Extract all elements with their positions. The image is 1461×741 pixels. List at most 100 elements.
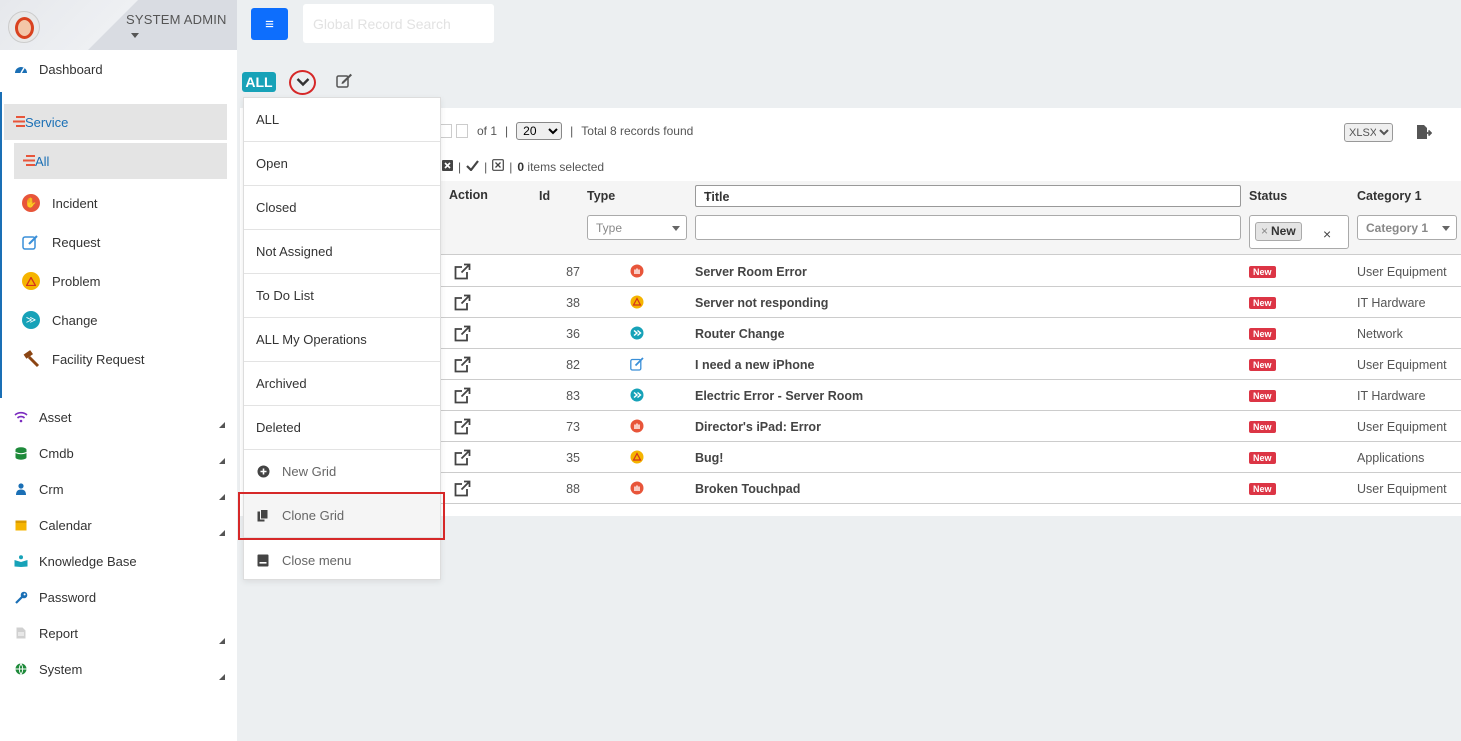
open-record-icon[interactable] [454,480,471,497]
edit-icon[interactable] [336,73,354,91]
cell-title[interactable]: Bug! [695,451,723,465]
status-badge: New [1249,452,1276,464]
table-row[interactable]: 88 Broken Touchpad New User Equipment [440,473,1461,504]
database-icon [13,445,29,461]
page-input[interactable] [440,124,452,138]
cell-title[interactable]: Electric Error - Server Room [695,389,863,403]
clone-grid-highlight [238,492,445,540]
cell-title[interactable]: Router Change [695,327,785,341]
sidebar-item-request[interactable]: Request [22,225,100,259]
header-category[interactable]: Category 1 [1357,189,1422,203]
header-type[interactable]: Type [587,189,615,203]
table-row[interactable]: 82 I need a new iPhone New User Equipment [440,349,1461,380]
sidebar-item-label: Change [52,312,98,328]
sidebar-item-password[interactable]: Password [0,580,237,614]
cell-title[interactable]: I need a new iPhone [695,358,814,372]
category-filter-placeholder: Category 1 [1366,221,1429,235]
cell-title[interactable]: Broken Touchpad [695,482,800,496]
check-icon[interactable] [466,159,479,174]
open-record-icon[interactable] [454,263,471,280]
sidebar-item-facility-request[interactable]: Facility Request [22,342,144,376]
title-filter-input[interactable] [695,215,1241,240]
sidebar-item-system[interactable]: System [0,652,237,686]
table-row[interactable]: 36 Router Change New Network [440,318,1461,349]
menu-item-close-menu[interactable]: Close menu [244,538,440,582]
cell-title[interactable]: Server not responding [695,296,828,310]
sidebar-item-calendar[interactable]: Calendar [0,508,237,542]
remove-tag-icon[interactable]: × [1261,224,1268,238]
pagination: of 1 | 20 | Total 8 records found [440,122,693,140]
cell-id: 36 [566,327,580,341]
menu-item-new-grid[interactable]: New Grid [244,450,440,494]
menu-toggle-button[interactable]: ≡ [251,8,288,40]
menu-item-all[interactable]: ALL [244,98,440,142]
reader-icon [13,553,29,569]
open-record-icon[interactable] [454,294,471,311]
sidebar-item-cmdb[interactable]: Cmdb [0,436,237,470]
table-row[interactable]: 87 Server Room Error New User Equipment [440,256,1461,287]
status-filter-tag[interactable]: × New [1255,222,1302,241]
caret-down-icon [131,33,139,39]
sidebar-item-change[interactable]: ≫ Change [22,303,98,337]
open-record-icon[interactable] [454,356,471,373]
deselect-icon[interactable] [442,159,453,174]
status-filter[interactable]: × New × [1249,215,1349,249]
clear-selection-icon[interactable] [492,159,505,174]
cell-title[interactable]: Director's iPad: Error [695,420,821,434]
menu-item-open[interactable]: Open [244,142,440,186]
sidebar-item-asset[interactable]: Asset [0,400,237,434]
menu-item-all-my-operations[interactable]: ALL My Operations [244,318,440,362]
change-icon [630,388,644,402]
filter-dropdown-toggle[interactable] [289,70,316,95]
caret-down-icon [1442,226,1450,231]
next-page-button[interactable] [456,124,468,138]
menu-item-archived[interactable]: Archived [244,362,440,406]
menu-item-not-assigned[interactable]: Not Assigned [244,230,440,274]
incident-icon: ✋ [22,194,40,212]
avatar[interactable] [8,11,40,43]
export-format-select[interactable]: XLSX [1344,123,1393,142]
key-icon [13,589,29,605]
menu-item-closed[interactable]: Closed [244,186,440,230]
cell-id: 38 [566,296,580,310]
global-search-input[interactable] [303,4,494,43]
menu-item-to-do-list[interactable]: To Do List [244,274,440,318]
sidebar-item-label: Password [39,589,97,605]
open-record-icon[interactable] [454,449,471,466]
header-status[interactable]: Status [1249,189,1287,203]
sidebar-item-knowledge-base[interactable]: Knowledge Base [0,544,237,578]
header-title[interactable]: Title ↓ [695,185,1241,207]
table-row[interactable]: 83 Electric Error - Server Room New IT Hard… [440,380,1461,411]
list-icon [13,115,25,130]
sidebar-item-incident[interactable]: ✋ Incident [22,186,98,220]
cell-title[interactable]: Server Room Error [695,265,807,279]
filter-badge[interactable]: ALL [242,72,276,92]
sidebar-item-report[interactable]: Report [0,616,237,650]
sidebar-item-label: Knowledge Base [39,553,137,569]
cell-category: User Equipment [1357,358,1447,372]
clear-filter-icon[interactable]: × [1323,226,1331,242]
page-size-select[interactable]: 20 [516,122,563,140]
open-record-icon[interactable] [454,325,471,342]
sidebar-item-label: System [39,661,83,677]
incident-icon [630,419,644,433]
header-id[interactable]: Id [539,189,550,203]
sidebar-item-crm[interactable]: Crm [0,472,237,506]
problem-icon [22,272,40,290]
sidebar-item-all[interactable]: All [14,143,227,179]
sort-down-icon: ↓ [704,187,712,204]
menu-item-deleted[interactable]: Deleted [244,406,440,450]
sidebar-item-problem[interactable]: Problem [22,264,100,298]
sidebar-item-dashboard[interactable]: Dashboard [0,52,237,86]
user-menu[interactable]: SYSTEM ADMIN [126,12,237,42]
category-filter-select[interactable]: Category 1 [1357,215,1457,240]
open-record-icon[interactable] [454,387,471,404]
plus-circle-icon [256,465,270,479]
table-row[interactable]: 35 Bug! New Applications [440,442,1461,473]
export-icon[interactable] [1416,124,1433,140]
sidebar-item-service[interactable]: Service [4,104,227,140]
table-row[interactable]: 73 Director's iPad: Error New User Equipmen… [440,411,1461,442]
open-record-icon[interactable] [454,418,471,435]
table-row[interactable]: 38 Server not responding New IT Hardware [440,287,1461,318]
type-filter-select[interactable]: Type [587,215,687,240]
